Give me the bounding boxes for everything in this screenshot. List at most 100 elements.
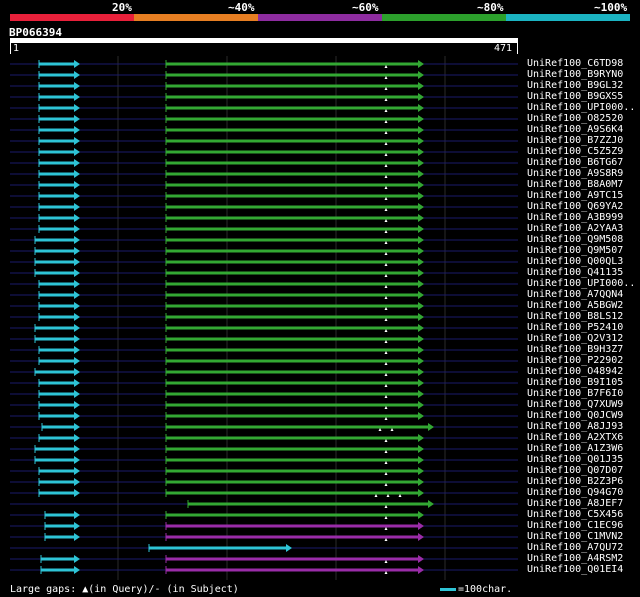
hit-segment-arrow	[74, 148, 80, 156]
hit-segment-right	[166, 414, 418, 418]
hit-segment-arrow	[418, 478, 424, 486]
hit-label[interactable]: UniRef100_B2Z3P6	[527, 477, 623, 487]
hit-segment-right	[166, 260, 418, 264]
hit-segment-right	[166, 249, 418, 253]
hit-label[interactable]: UniRef100_Q94G70	[527, 488, 623, 498]
hit-segment-arrow	[74, 357, 80, 365]
hit-label[interactable]: UniRef100_A1Z3W6	[527, 444, 623, 454]
hit-segment-right	[166, 370, 418, 374]
hit-label[interactable]: UniRef100_C5Z5Z9	[527, 147, 623, 157]
hit-label[interactable]: UniRef100_A9TC15	[527, 191, 623, 201]
hit-segment-arrow	[74, 478, 80, 486]
hit-label[interactable]: UniRef100_A7QU72	[527, 543, 623, 553]
hit-segment-arrow	[418, 148, 424, 156]
hit-segment-arrow	[74, 269, 80, 277]
hit-segment-arrow	[418, 390, 424, 398]
hit-segment-arrow	[74, 181, 80, 189]
hit-label[interactable]: UniRef100_UPI000..	[527, 279, 635, 289]
hit-label[interactable]: UniRef100_O82520	[527, 114, 623, 124]
hit-label[interactable]: UniRef100_Q2V312	[527, 334, 623, 344]
hit-label[interactable]: UniRef100_Q69YA2	[527, 202, 623, 212]
hit-label[interactable]: UniRef100_Q07D07	[527, 466, 623, 476]
hit-segment-arrow	[418, 368, 424, 376]
hit-segment-right	[166, 282, 418, 286]
hit-label[interactable]: UniRef100_P22902	[527, 356, 623, 366]
hit-segment-left	[45, 524, 74, 528]
hit-label[interactable]: UniRef100_O48942	[527, 367, 623, 377]
hit-segment-arrow	[74, 368, 80, 376]
hit-label[interactable]: UniRef100_A5BGW2	[527, 301, 623, 311]
hit-segment-right	[166, 392, 418, 396]
hit-segment-arrow	[418, 203, 424, 211]
hit-segment-left	[35, 249, 74, 253]
hit-label[interactable]: UniRef100_A8JJ93	[527, 422, 623, 432]
hit-label[interactable]: UniRef100_B9H3Z7	[527, 345, 623, 355]
hit-label[interactable]: UniRef100_Q9M507	[527, 246, 623, 256]
hit-segment-left	[39, 414, 74, 418]
hit-label[interactable]: UniRef100_C1MVN2	[527, 532, 623, 542]
hit-segment-right	[166, 216, 418, 220]
hit-label[interactable]: UniRef100_B7F6I0	[527, 389, 623, 399]
hit-label[interactable]: UniRef100_A8JEF7	[527, 499, 623, 509]
hit-segment-arrow	[418, 214, 424, 222]
hit-segment-left	[39, 392, 74, 396]
hit-segment-right	[166, 469, 418, 473]
hit-segment-arrow	[74, 533, 80, 541]
hit-segment-right	[166, 128, 418, 132]
hit-label[interactable]: UniRef100_A2YAA3	[527, 224, 623, 234]
hit-label[interactable]: UniRef100_B7ZZJ0	[527, 136, 623, 146]
hit-label[interactable]: UniRef100_A9S8R9	[527, 169, 623, 179]
hit-label[interactable]: UniRef100_A4RSM2	[527, 554, 623, 564]
hit-label[interactable]: UniRef100_B9RYN0	[527, 70, 623, 80]
hit-segment-arrow	[74, 412, 80, 420]
hit-label[interactable]: UniRef100_B9I105	[527, 378, 623, 388]
hit-segment-arrow	[74, 104, 80, 112]
hit-segment-arrow	[418, 291, 424, 299]
hit-segment-left	[35, 271, 74, 275]
hit-segment-arrow	[74, 214, 80, 222]
hit-segment-arrow	[74, 335, 80, 343]
hit-segment-left	[39, 293, 74, 297]
hit-segment-arrow	[418, 60, 424, 68]
hit-label[interactable]: UniRef100_B9GXS5	[527, 92, 623, 102]
hit-label[interactable]: UniRef100_Q00QL3	[527, 257, 623, 267]
hit-label[interactable]: UniRef100_A9S6K4	[527, 125, 623, 135]
hit-label[interactable]: UniRef100_C1EC96	[527, 521, 623, 531]
hit-label[interactable]: UniRef100_Q7XUW9	[527, 400, 623, 410]
hit-label[interactable]: UniRef100_B9GL32	[527, 81, 623, 91]
hit-label[interactable]: UniRef100_Q01EI4	[527, 565, 623, 575]
hit-label[interactable]: UniRef100_Q0JCW9	[527, 411, 623, 421]
hit-segment-arrow	[74, 566, 80, 574]
hit-label[interactable]: UniRef100_A7QQN4	[527, 290, 623, 300]
hit-label[interactable]: UniRef100_Q9M508	[527, 235, 623, 245]
hit-label[interactable]: UniRef100_B8LS12	[527, 312, 623, 322]
hit-segment-right	[166, 150, 418, 154]
hit-segment-right	[166, 535, 418, 539]
hit-segment-left	[35, 337, 74, 341]
hit-segment-arrow	[418, 137, 424, 145]
hit-label[interactable]: UniRef100_C5X456	[527, 510, 623, 520]
hit-label[interactable]: UniRef100_P52410	[527, 323, 623, 333]
hit-segment-right	[166, 381, 418, 385]
hit-segment-arrow	[418, 115, 424, 123]
hit-segment-arrow	[74, 423, 80, 431]
hit-segment-arrow	[74, 192, 80, 200]
hit-segment-right	[166, 557, 418, 561]
hit-segment-arrow	[74, 236, 80, 244]
hit-segment-arrow	[418, 533, 424, 541]
hit-label[interactable]: UniRef100_Q41135	[527, 268, 623, 278]
hit-segment-arrow	[74, 511, 80, 519]
hit-segment-right	[166, 304, 418, 308]
hit-label[interactable]: UniRef100_C6TD98	[527, 59, 623, 69]
hit-label[interactable]: UniRef100_B8A0M7	[527, 180, 623, 190]
hit-label[interactable]: UniRef100_B6TG67	[527, 158, 623, 168]
hit-segment-right	[166, 172, 418, 176]
hit-label[interactable]: UniRef100_A3B999	[527, 213, 623, 223]
hit-label[interactable]: UniRef100_A2XTX6	[527, 433, 623, 443]
hit-label[interactable]: UniRef100_Q01J35	[527, 455, 623, 465]
scale-text: =100char.	[458, 584, 513, 595]
hit-segment-arrow	[418, 379, 424, 387]
hit-label[interactable]: UniRef100_UPI000..	[527, 103, 635, 113]
hit-segment-arrow	[74, 445, 80, 453]
hit-segment-arrow	[418, 335, 424, 343]
